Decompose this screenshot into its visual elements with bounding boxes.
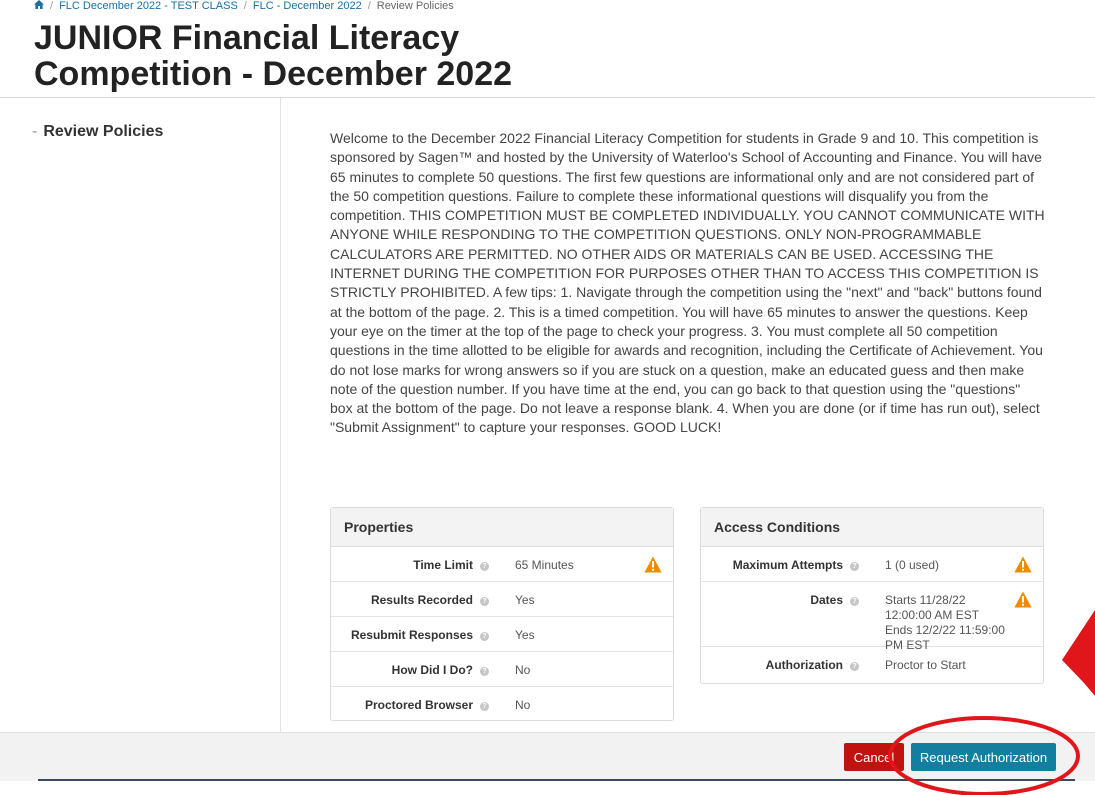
property-label: Resubmit Responses: [350, 628, 473, 642]
breadcrumb: / FLC December 2022 - TEST CLASS / FLC - De…: [34, 0, 454, 14]
property-label: Time Limit: [413, 558, 473, 572]
property-label: How Did I Do?: [391, 663, 473, 677]
help-circle-icon[interactable]: ?: [480, 597, 489, 606]
dash-icon: -: [32, 123, 38, 140]
help-circle-icon[interactable]: ?: [480, 562, 489, 571]
sidebar-item-label: Review Policies: [43, 123, 164, 140]
breadcrumb-current: Review Policies: [376, 0, 454, 12]
properties-panel-title: Properties: [331, 508, 673, 547]
home-icon[interactable]: [34, 0, 44, 9]
property-label: Results Recorded: [370, 593, 473, 607]
red-arrow-annotation: [1062, 610, 1095, 696]
access-value: Starts 11/28/22 12:00:00 AM EST Ends 12/…: [885, 593, 1005, 652]
property-row: Proctored Browser? No: [331, 687, 673, 721]
properties-panel: Properties Time Limit? 65 Minutes Result…: [330, 507, 674, 721]
help-circle-icon[interactable]: ?: [850, 597, 859, 606]
access-conditions-panel-title: Access Conditions: [701, 508, 1043, 547]
help-circle-icon[interactable]: ?: [850, 662, 859, 671]
access-row: Dates? Starts 11/28/22 12:00:00 AM EST E…: [701, 582, 1043, 652]
sidebar: - Review Policies: [0, 98, 281, 732]
property-row: Results Recorded? Yes: [331, 582, 673, 617]
warning-triangle-icon: [1014, 591, 1032, 608]
breadcrumb-class-link[interactable]: FLC December 2022 - TEST CLASS: [59, 0, 238, 12]
property-label: Proctored Browser: [364, 698, 473, 712]
warning-triangle-icon: [1014, 556, 1032, 573]
instructions-text: Welcome to the December 2022 Financial L…: [330, 130, 1045, 436]
property-row: Resubmit Responses? Yes: [331, 617, 673, 652]
access-row: Authorization? Proctor to Start: [701, 647, 1043, 681]
help-circle-icon[interactable]: ?: [480, 667, 489, 676]
request-authorization-button[interactable]: Request Authorization: [911, 743, 1056, 771]
page-title: JUNIOR Financial Literacy Competition - …: [34, 19, 513, 93]
access-row: Maximum Attempts? 1 (0 used): [701, 547, 1043, 582]
access-conditions-panel: Access Conditions Maximum Attempts? 1 (0…: [700, 507, 1044, 684]
sidebar-item-review-policies[interactable]: - Review Policies: [32, 123, 163, 141]
cancel-button[interactable]: Cancel: [844, 743, 904, 771]
help-circle-icon[interactable]: ?: [850, 562, 859, 571]
property-value: Yes: [515, 628, 535, 642]
property-row: Time Limit? 65 Minutes: [331, 547, 673, 582]
access-label: Authorization: [765, 658, 843, 672]
property-value: Yes: [515, 593, 535, 607]
property-value: No: [515, 698, 531, 712]
help-circle-icon[interactable]: ?: [480, 632, 489, 641]
access-label: Dates: [810, 593, 843, 607]
access-value: 1 (0 used): [885, 558, 940, 572]
property-row: How Did I Do?? No: [331, 652, 673, 687]
access-label: Maximum Attempts: [732, 558, 843, 572]
footer-divider: [38, 779, 1075, 781]
access-value: Proctor to Start: [885, 658, 966, 672]
breadcrumb-competition-link[interactable]: FLC - December 2022: [253, 0, 362, 12]
warning-triangle-icon: [644, 556, 662, 573]
property-value: 65 Minutes: [515, 558, 574, 572]
help-circle-icon[interactable]: ?: [480, 702, 489, 711]
property-value: No: [515, 663, 531, 677]
